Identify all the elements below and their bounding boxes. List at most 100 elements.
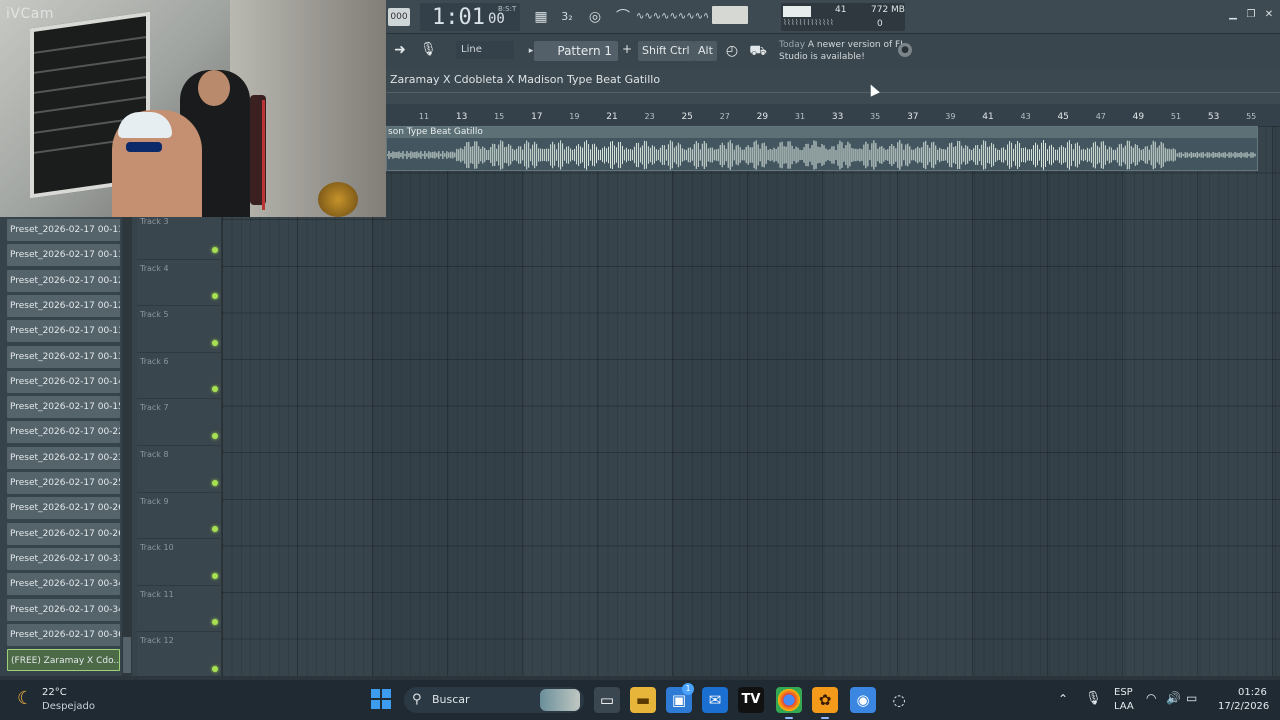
- browser-preset-item[interactable]: Preset_2026-02-17 00-26...: [7, 497, 120, 520]
- track-mute-led[interactable]: [212, 293, 218, 300]
- track-mute-led[interactable]: [212, 619, 218, 626]
- song-position-display[interactable]: 1:01 00 B:S:T: [420, 3, 520, 31]
- recorder-icon[interactable]: ◌: [886, 687, 912, 713]
- track-header[interactable]: Track 11: [137, 586, 222, 633]
- browser-preset-item[interactable]: Preset_2026-02-17 00-12...: [7, 294, 120, 317]
- tempo-display[interactable]: 000: [388, 8, 410, 26]
- language-indicator[interactable]: ESP: [1114, 687, 1133, 698]
- hint-bar-icon[interactable]: ◴: [722, 41, 742, 61]
- browser-preset-item[interactable]: Preset_2026-02-17 00-26...: [7, 522, 120, 545]
- browser-preset-item[interactable]: Preset_2026-02-17 00-15...: [7, 396, 120, 419]
- clock-time[interactable]: 01:26: [1238, 687, 1267, 698]
- track-mute-led[interactable]: [212, 339, 218, 346]
- browser-preset-item[interactable]: Preset_2026-02-17 00-23...: [7, 446, 120, 469]
- track-header[interactable]: Track 12: [137, 632, 222, 679]
- browser-preset-item[interactable]: Preset_2026-02-17 00-36...: [7, 623, 120, 646]
- typing-keyboard-icon[interactable]: 3₂: [556, 7, 578, 27]
- time-format: B:S:T: [498, 5, 517, 13]
- ruler-bar-number: 49: [1132, 112, 1145, 122]
- track-header[interactable]: Track 9: [137, 493, 222, 540]
- news-panel[interactable]: Today A newer version of FL Studio is av…: [779, 39, 909, 63]
- ruler-bar-number: 21: [606, 112, 618, 122]
- track-mute-led[interactable]: [212, 665, 218, 672]
- playlist-horizontal-scroll[interactable]: [386, 92, 1280, 104]
- globe-icon[interactable]: ●: [898, 43, 912, 57]
- speaker-icon[interactable]: 🔊: [1166, 691, 1181, 705]
- track-header[interactable]: Track 5: [137, 306, 222, 353]
- snap-select[interactable]: Line: [456, 41, 514, 59]
- battery-icon[interactable]: ▭: [1186, 691, 1197, 705]
- search-icon: ⚲: [412, 692, 422, 707]
- track-mute-led[interactable]: [212, 432, 218, 439]
- moon-icon[interactable]: ☾: [17, 689, 37, 709]
- ruler-bar-number: 23: [644, 112, 655, 121]
- arrow-right-icon[interactable]: ➜: [390, 42, 410, 60]
- browser-preset-item[interactable]: Preset_2026-02-17 00-34...: [7, 573, 120, 596]
- restore-icon[interactable]: ❐: [1244, 8, 1258, 22]
- microphone-icon[interactable]: 🎙: [420, 42, 437, 60]
- master-volume-meter[interactable]: [712, 6, 748, 24]
- track-mute-led[interactable]: [212, 246, 218, 253]
- fl-studio-icon[interactable]: ✿: [812, 687, 838, 713]
- browser-preset-item[interactable]: Preset_2026-02-17 00-34...: [7, 598, 120, 621]
- time-main: 1:01: [432, 5, 485, 30]
- track-header[interactable]: Track 10: [137, 539, 222, 586]
- audio-clip[interactable]: son Type Beat Gatillo: [386, 126, 1258, 171]
- task-view-icon[interactable]: ▭: [594, 687, 620, 713]
- audio-clip-waveform: [387, 140, 1256, 170]
- weather-condition[interactable]: Despejado: [42, 701, 95, 712]
- browser-preset-item[interactable]: Preset_2026-02-17 00-13...: [7, 345, 120, 368]
- weather-temperature[interactable]: 22°C: [42, 687, 67, 698]
- shop-cart-icon[interactable]: ⛟: [748, 41, 768, 61]
- file-explorer-icon[interactable]: ▬: [630, 687, 656, 713]
- outlook-icon[interactable]: ✉: [702, 687, 728, 713]
- browser-preset-item[interactable]: Preset_2026-02-17 00-11...: [7, 219, 120, 241]
- browser-scrollbar[interactable]: [122, 217, 132, 676]
- language-sub: LAA: [1114, 701, 1134, 712]
- close-icon[interactable]: ✕: [1262, 8, 1276, 22]
- fl-active-indicator: [821, 717, 829, 719]
- metronome-icon[interactable]: ⌒: [612, 7, 634, 27]
- chrome-icon[interactable]: [776, 687, 802, 713]
- track-mute-led[interactable]: [212, 572, 218, 579]
- pattern-selector[interactable]: Pattern 1: [534, 41, 618, 61]
- track-header[interactable]: Track 7: [137, 399, 222, 446]
- wifi-icon[interactable]: ◠: [1146, 691, 1156, 705]
- piano-roll-icon[interactable]: ▦: [530, 7, 552, 27]
- loop-record-icon[interactable]: ◎: [584, 7, 606, 27]
- browser-preset-item[interactable]: Preset_2026-02-17 00-11...: [7, 244, 120, 267]
- ctrl-button[interactable]: Ctrl: [666, 41, 694, 61]
- store-icon[interactable]: ▣ 1: [666, 683, 694, 713]
- cpu-graph-icon: ⌇⌇⌇⌇⌇⌇⌇⌇⌇⌇⌇⌇⌇: [783, 18, 834, 27]
- browser-selected-item[interactable]: (FREE) Zaramay X Cdo...: [7, 649, 120, 672]
- add-pattern-button[interactable]: +: [622, 42, 632, 56]
- search-highlight-image: [540, 689, 580, 711]
- microphone-tray-icon[interactable]: 🎙: [1085, 691, 1102, 706]
- track-header[interactable]: Track 3: [137, 213, 222, 260]
- browser-preset-item[interactable]: Preset_2026-02-17 00-14...: [7, 370, 120, 393]
- browser-preset-item[interactable]: Preset_2026-02-17 00-13...: [7, 320, 120, 343]
- tradingview-icon[interactable]: TV: [738, 687, 764, 713]
- playlist-title-bar: (FREE) Zaramay X Cdobleta X Madison Type…: [350, 68, 1280, 92]
- browser-preset-item[interactable]: Preset_2026-02-17 00-33...: [7, 547, 120, 570]
- chevron-up-icon[interactable]: ⌃: [1058, 692, 1068, 706]
- browser-preset-item[interactable]: Preset_2026-02-17 00-12...: [7, 269, 120, 292]
- track-mute-led[interactable]: [212, 526, 218, 533]
- ivcam-icon[interactable]: ◉: [850, 687, 876, 713]
- minimize-icon[interactable]: ▁: [1226, 8, 1240, 22]
- track-mute-led[interactable]: [212, 386, 218, 393]
- windows-start-icon[interactable]: [371, 689, 391, 709]
- track-mute-led[interactable]: [212, 479, 218, 486]
- playlist-ruler[interactable]: 11 13 15 17 19 21 23 25 27 29 31 33 35 37 39 41 43 45 47 49…: [386, 104, 1280, 126]
- track-name: Track 6: [140, 356, 169, 366]
- alt-button[interactable]: Alt: [694, 41, 717, 61]
- clock-date[interactable]: 17/2/2026: [1218, 701, 1269, 712]
- ruler-bar-number: 29: [756, 112, 769, 122]
- track-header[interactable]: Track 6: [137, 353, 222, 400]
- browser-preset-item[interactable]: Preset_2026-02-17 00-22...: [7, 421, 120, 444]
- track-header[interactable]: Track 8: [137, 446, 222, 493]
- ruler-bar-number: 37: [907, 112, 919, 122]
- track-header[interactable]: Track 4: [137, 260, 222, 307]
- browser-preset-item[interactable]: Preset_2026-02-17 00-25...: [7, 472, 120, 494]
- taskbar-search[interactable]: ⚲ Buscar: [404, 687, 584, 713]
